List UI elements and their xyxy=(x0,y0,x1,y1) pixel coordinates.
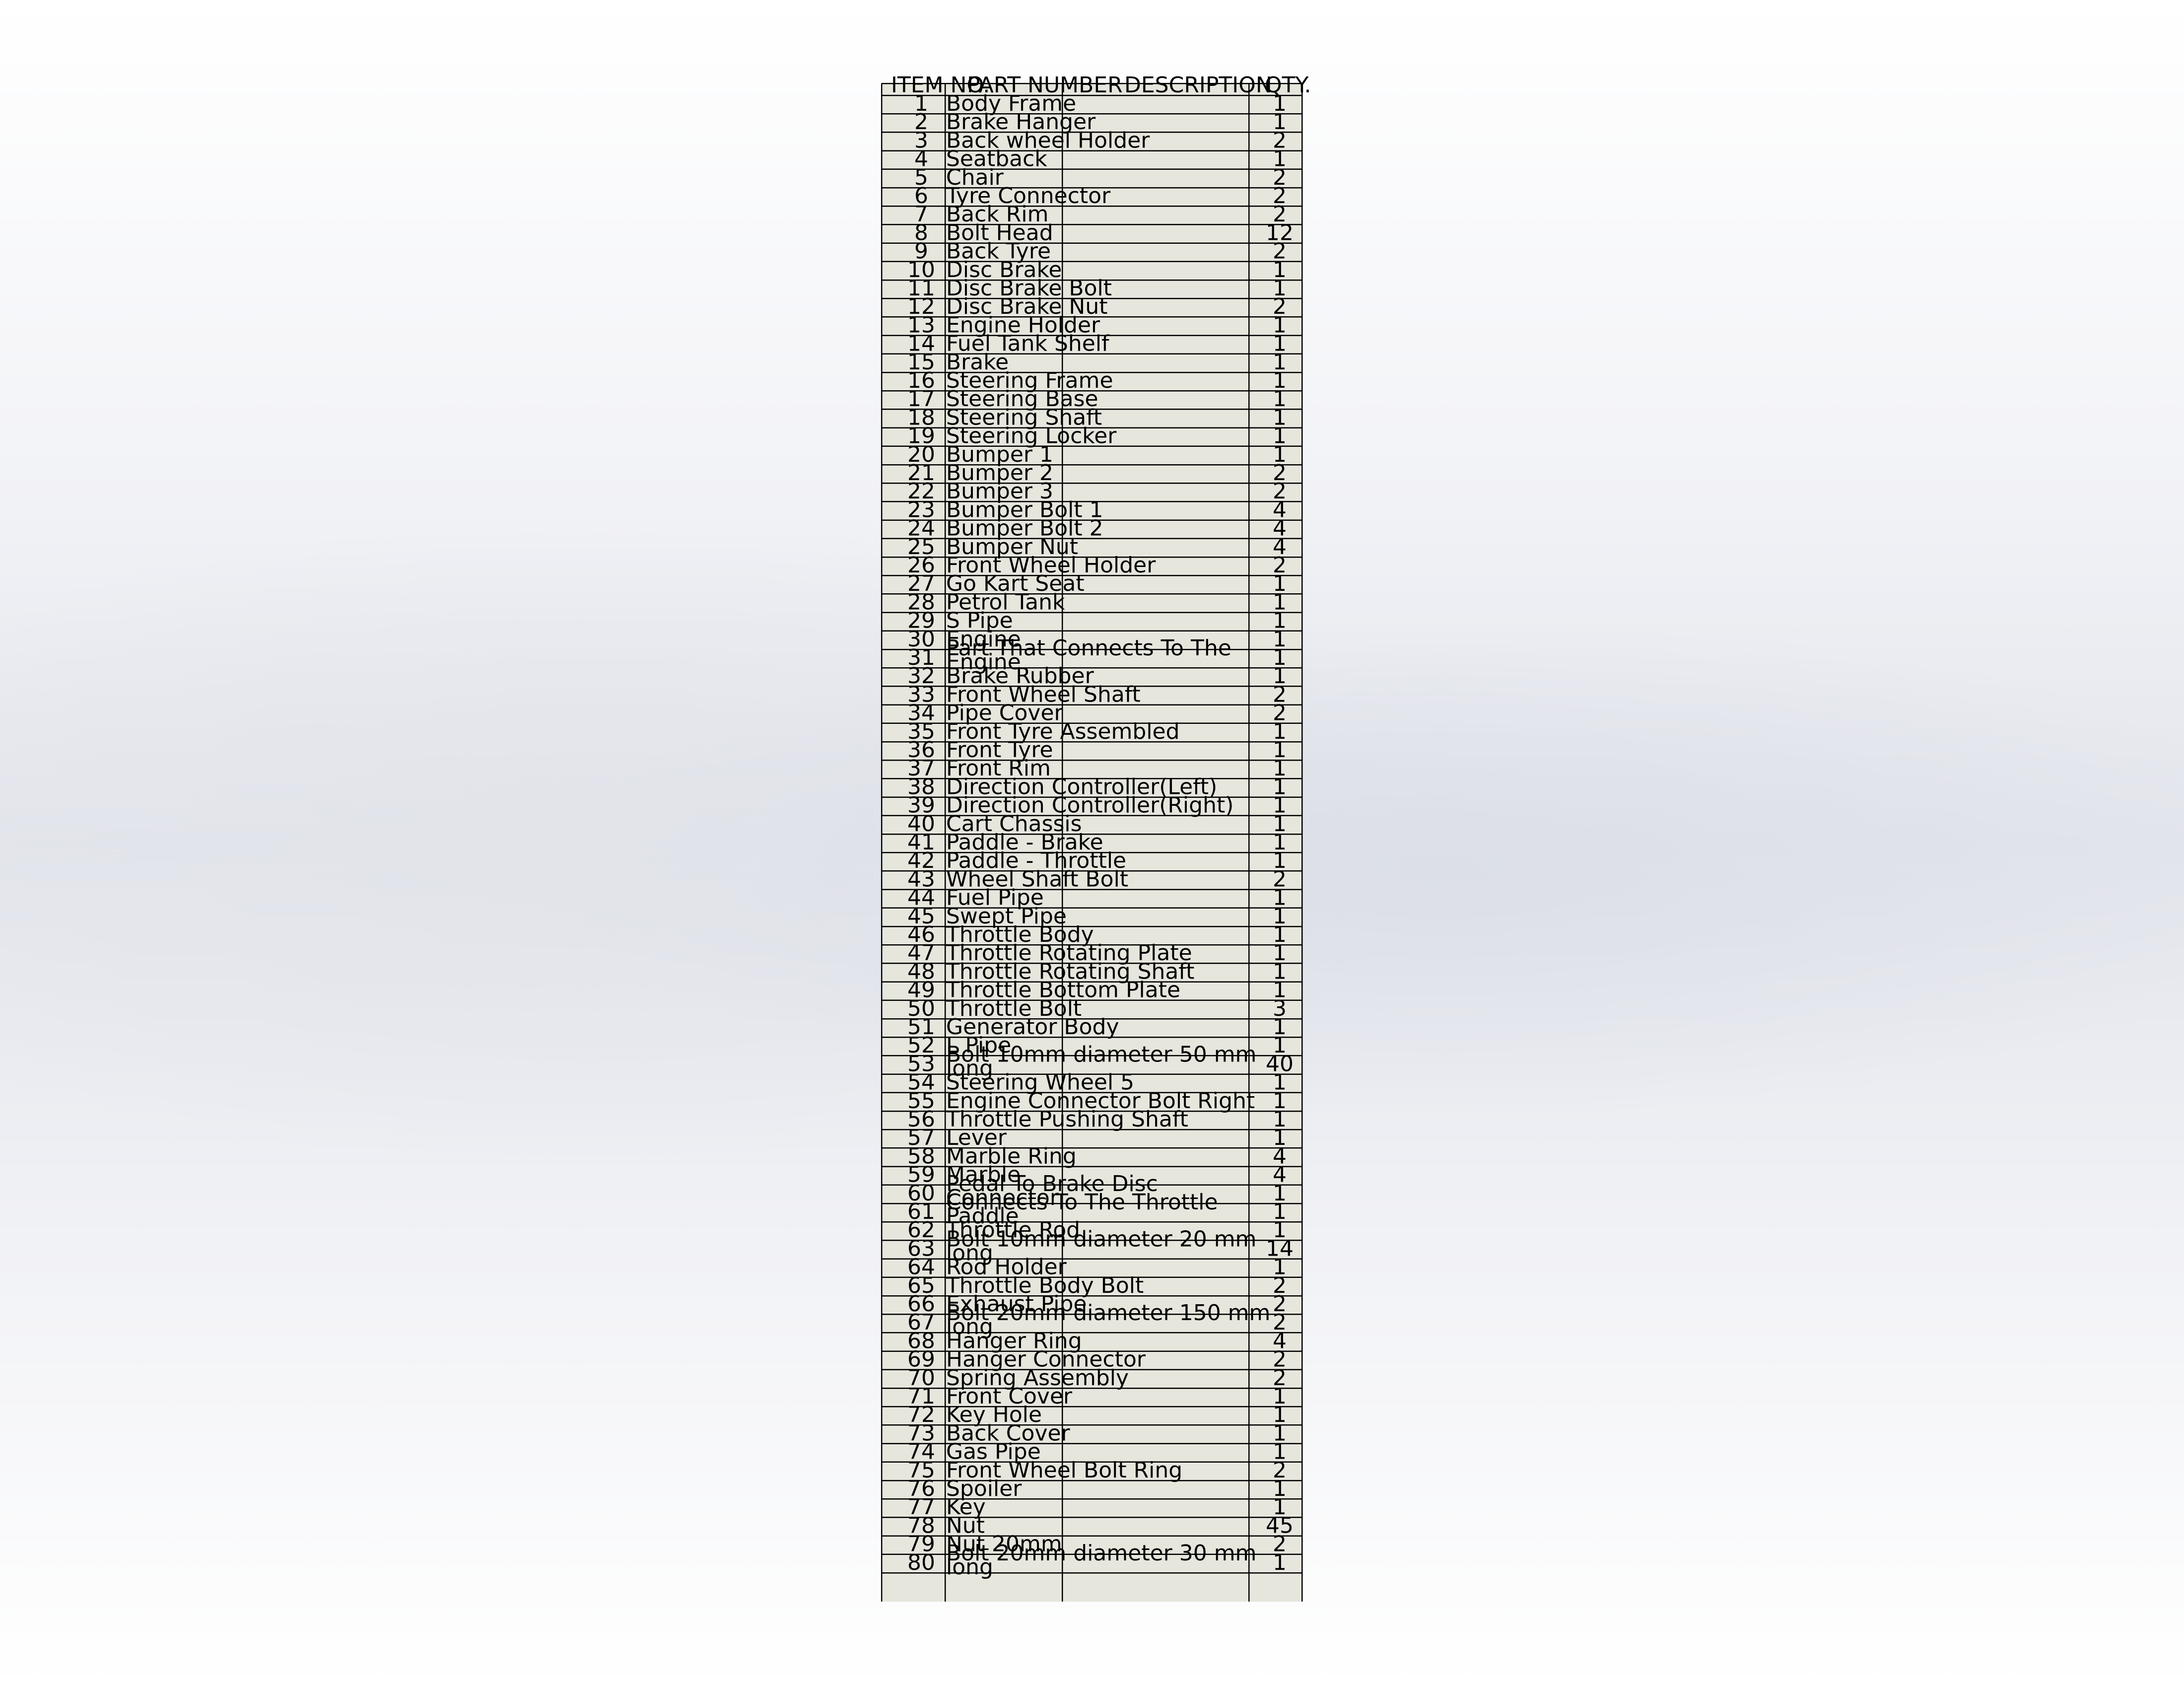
row-item-number: 80 xyxy=(907,1550,935,1575)
row-quantity: 1 xyxy=(1273,1550,1287,1575)
bill-of-materials-table: ITEM NO. PART NUMBER DESCRIPTION QTY. 1B… xyxy=(881,72,1311,1602)
header-description: DESCRIPTION xyxy=(1124,72,1272,98)
header-qty: QTY. xyxy=(1265,72,1311,98)
